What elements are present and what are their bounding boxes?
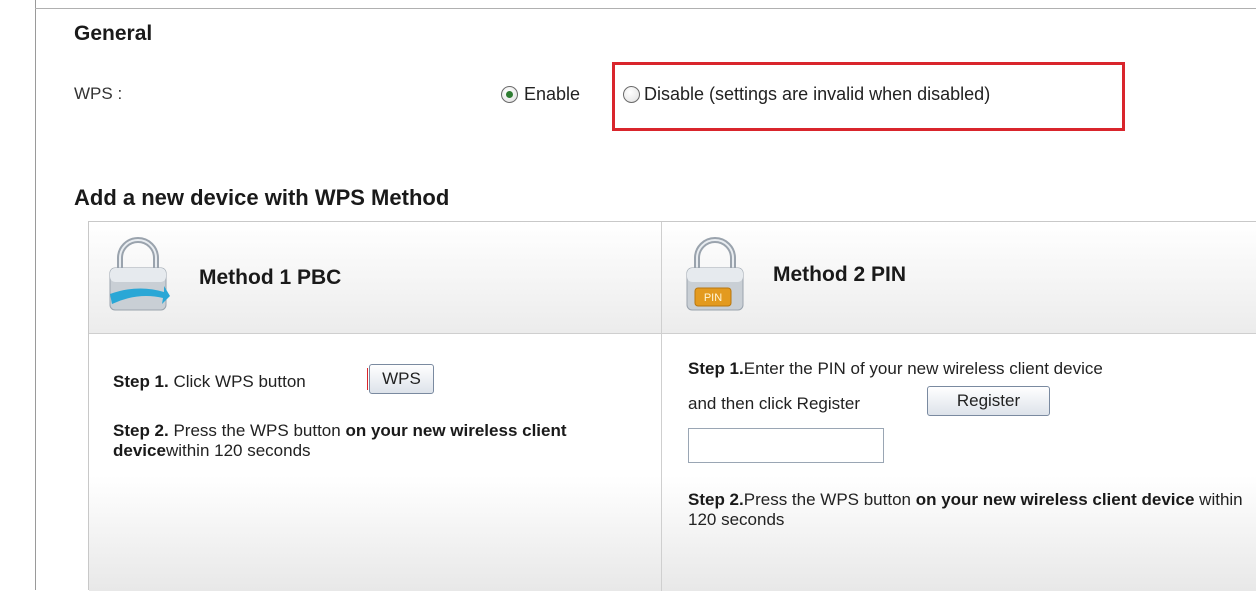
method2-step2-prefix: Step 2.: [688, 490, 744, 509]
method1-step2: Step 2. Press the WPS button on your new…: [113, 421, 583, 461]
method2-step2: Step 2.Press the WPS button on your new …: [688, 490, 1248, 530]
method1-title: Method 1 PBC: [199, 266, 342, 289]
add-device-heading: Add a new device with WPS Method: [74, 185, 450, 210]
pin-input[interactable]: [688, 428, 884, 463]
wps-enable-label[interactable]: Enable: [524, 84, 580, 105]
wps-enable-radio[interactable]: [501, 86, 518, 103]
method1-step1-text: Click WPS button: [168, 372, 306, 391]
method1-header: [89, 222, 661, 334]
method2-step1: Step 1.Enter the PIN of your new wireles…: [688, 359, 1248, 379]
wps-label: WPS :: [74, 84, 123, 103]
wps-button[interactable]: WPS: [369, 364, 434, 394]
method1-step2-text: Press the WPS button: [168, 421, 346, 440]
method2-step2-text: Press the WPS button: [743, 490, 916, 509]
method2-header: [661, 222, 1256, 334]
method1-step2-suffix: within 120 seconds: [165, 441, 311, 460]
method2-step1-text: Enter the PIN of your new wireless clien…: [743, 359, 1103, 378]
frame-top-border: [35, 8, 1256, 9]
disable-highlight-box: [612, 62, 1125, 131]
method2-step1-line2: and then click Register: [688, 394, 860, 413]
method1-step1-prefix: Step 1.: [113, 372, 169, 391]
method2-title: Method 2 PIN: [773, 263, 907, 286]
method2-step2-bold: on your new wireless client device: [915, 490, 1195, 509]
pin-badge-text: PIN: [704, 292, 722, 304]
wps-methods-panel: Method 1 PBC PIN Method 2 PIN Step 1. Cl…: [88, 221, 1256, 591]
lock-pin-icon: PIN: [686, 237, 744, 311]
method1-step2-prefix: Step 2.: [113, 421, 169, 440]
method2-step1-prefix: Step 1.: [688, 359, 744, 378]
method-column-divider: [661, 222, 662, 591]
register-button[interactable]: Register: [927, 386, 1050, 416]
method1-step1: Step 1. Click WPS button: [113, 372, 306, 392]
general-heading: General: [74, 22, 153, 45]
frame-left-border: [35, 0, 36, 590]
lock-refresh-icon: [109, 237, 170, 311]
text-cursor: [367, 368, 368, 390]
